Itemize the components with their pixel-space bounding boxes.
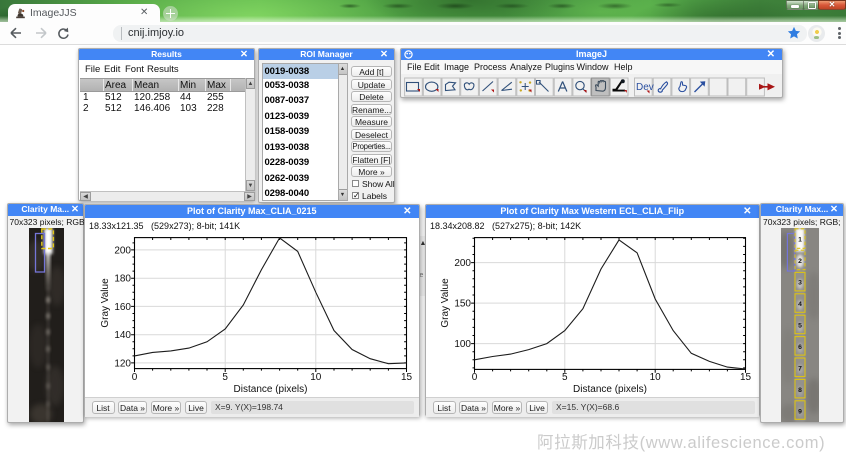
- svg-text:160: 160: [114, 302, 131, 313]
- svg-text:5: 5: [562, 372, 568, 383]
- svg-text:3: 3: [798, 280, 802, 287]
- svg-text:10: 10: [650, 372, 662, 383]
- svg-text:4: 4: [798, 301, 802, 308]
- svg-text:7: 7: [798, 366, 802, 373]
- svg-text:8: 8: [798, 387, 802, 394]
- svg-text:140: 140: [114, 330, 131, 341]
- svg-text:Distance (pixels): Distance (pixels): [573, 384, 647, 395]
- svg-text:Distance (pixels): Distance (pixels): [234, 384, 308, 395]
- svg-text:200: 200: [454, 258, 471, 269]
- svg-text:15: 15: [740, 372, 752, 383]
- svg-text:2: 2: [798, 258, 802, 265]
- svg-text:150: 150: [454, 299, 471, 310]
- svg-text:100: 100: [454, 339, 471, 350]
- svg-text:Dev: Dev: [636, 82, 654, 93]
- svg-text:9: 9: [798, 409, 802, 416]
- svg-text:180: 180: [114, 274, 131, 285]
- svg-text:120: 120: [114, 358, 131, 369]
- svg-text:0: 0: [472, 372, 478, 383]
- svg-text:6: 6: [798, 344, 802, 351]
- svg-text:1: 1: [798, 237, 802, 244]
- svg-text:Gray Value: Gray Value: [100, 278, 111, 328]
- svg-text:0: 0: [132, 372, 138, 383]
- svg-text:10: 10: [310, 372, 322, 383]
- svg-text:200: 200: [114, 245, 131, 256]
- svg-text:Gray Value: Gray Value: [440, 278, 451, 328]
- svg-text:5: 5: [222, 372, 228, 383]
- svg-text:5: 5: [798, 323, 802, 330]
- svg-text:15: 15: [401, 372, 413, 383]
